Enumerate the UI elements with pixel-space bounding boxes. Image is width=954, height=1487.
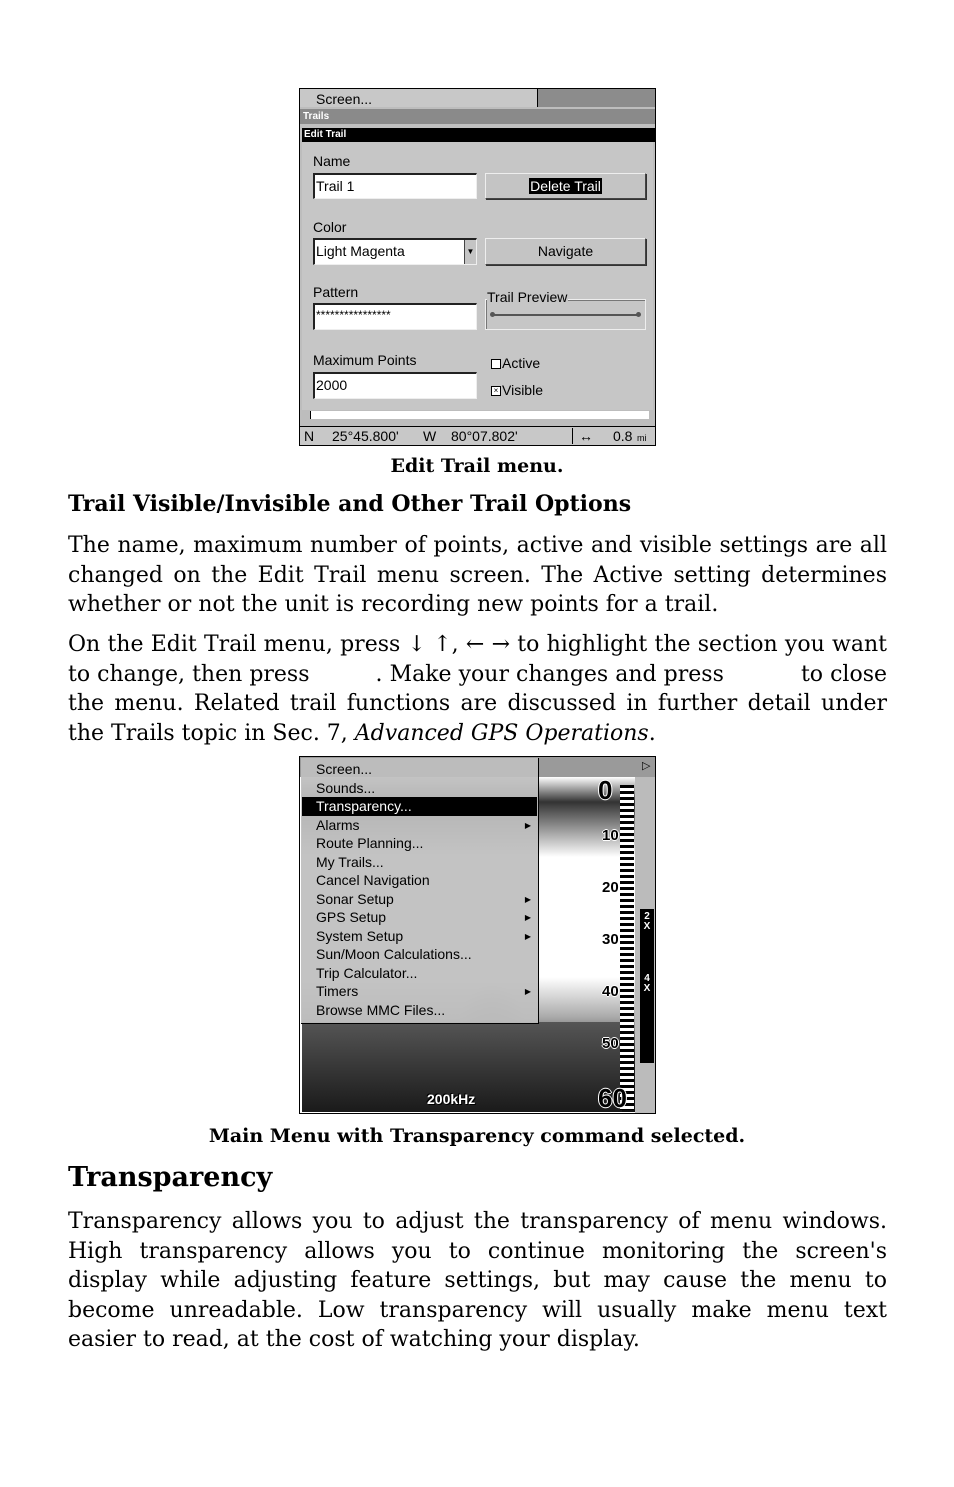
- menu-item[interactable]: Route Planning...: [302, 834, 537, 853]
- menu-item-label: GPS Setup: [316, 909, 387, 925]
- menu-item[interactable]: Transparency...: [302, 797, 537, 816]
- submenu-arrow-icon: ▶: [524, 987, 531, 996]
- menu-item-label: Alarms: [316, 816, 360, 833]
- menu-item[interactable]: GPS Setup ▶: [302, 908, 537, 927]
- name-input[interactable]: Trail 1: [313, 173, 477, 199]
- menu-item[interactable]: Cancel Navigation: [302, 871, 537, 890]
- menu-item[interactable]: Timers ▶: [302, 982, 537, 1001]
- menu-item-label: System Setup: [316, 927, 404, 944]
- pattern-label: Pattern: [313, 284, 359, 300]
- section-reference: Advanced GPS Operations: [354, 720, 649, 746]
- submenu-arrow-icon: ▶: [524, 820, 531, 830]
- paragraph-transparency: Transparency allows you to adjust the tr…: [68, 1209, 887, 1353]
- dropdown-arrow-icon[interactable]: ▼: [464, 240, 476, 264]
- section-heading-transparency: Transparency: [68, 1162, 273, 1193]
- caption-main-menu: Main Menu with Transparency command sele…: [208, 1125, 746, 1147]
- max-points-label: Maximum Points: [313, 352, 417, 368]
- depth-ruler: [620, 785, 634, 1110]
- delete-trail-button[interactable]: Delete Trail: [485, 173, 646, 199]
- menu-item[interactable]: Screen...: [302, 760, 537, 779]
- menu-item-label: Trip Calculator...: [316, 964, 418, 981]
- depth-scale-label: 50: [602, 1035, 619, 1052]
- menu-item[interactable]: System Setup ▶: [302, 927, 537, 946]
- menu-item[interactable]: Alarms ▶: [302, 816, 537, 835]
- zoom-4x-bar[interactable]: 4X: [640, 971, 654, 1063]
- menu-item[interactable]: Sun/Moon Calculations...: [302, 945, 537, 964]
- main-menu: Screen... Sounds... Transparency... Alarms ▶…: [301, 758, 539, 1024]
- menu-item[interactable]: Sounds...: [302, 779, 537, 798]
- submenu-arrow-icon: ▶: [524, 894, 531, 904]
- pattern-input[interactable]: ****************: [313, 303, 477, 330]
- paragraph-edit-trail-instructions: On the Edit Trail menu, press ↓ ↑, ← → t…: [68, 630, 887, 748]
- depth-scale-label: 10: [602, 827, 619, 844]
- menu-item-label: Cancel Navigation: [316, 872, 430, 888]
- status-bar: N 25°45.800' W 80°07.802' ↔ 0.8 mi: [300, 426, 655, 445]
- menu-item-label: Route Planning...: [316, 835, 424, 851]
- menu-item-label: Screen...: [316, 761, 373, 777]
- menu-item[interactable]: Browse MMC Files...: [302, 1001, 537, 1020]
- menu-item-label: Sounds...: [316, 779, 376, 796]
- play-icon: ▷: [642, 760, 651, 772]
- visible-label: Visible: [502, 382, 543, 398]
- submenu-arrow-icon: ▶: [524, 913, 531, 922]
- longitude-hemisphere: W: [423, 428, 437, 444]
- depth-scale-label: 0: [598, 775, 613, 805]
- latitude: 25°45.800': [332, 428, 399, 444]
- zoom-2x-label: 2X: [643, 911, 651, 932]
- trail-preview-label: Trail Preview: [487, 289, 569, 305]
- menu-item-label: Sun/Moon Calculations...: [316, 946, 472, 962]
- manual-page: Screen... Trails Edit Trail Name Trail 1…: [0, 0, 954, 1487]
- screen-menu-item: Screen...: [316, 91, 373, 107]
- depth-scale-label: 20: [602, 879, 619, 896]
- color-value: Light Magenta: [316, 243, 405, 259]
- range-value: 0.8: [613, 428, 633, 444]
- depth-scale-label: 60: [598, 1083, 627, 1113]
- navigate-button[interactable]: Navigate: [485, 238, 646, 265]
- color-label: Color: [313, 219, 347, 235]
- zoom-2x-bar[interactable]: 2X: [640, 909, 654, 971]
- menu-item[interactable]: Trip Calculator...: [302, 964, 537, 983]
- menu-item-label: Transparency...: [316, 798, 412, 814]
- zoom-4x-label: 4X: [643, 973, 651, 994]
- delete-trail-label: Delete Trail: [529, 178, 602, 194]
- active-checkbox[interactable]: [491, 359, 501, 369]
- menu-item[interactable]: Sonar Setup ▶: [302, 890, 537, 909]
- submenu-arrow-icon: ▶: [524, 931, 531, 941]
- active-label: Active: [502, 355, 541, 371]
- instructions-text-2: . Make your changes and press: [375, 661, 724, 687]
- latitude-hemisphere: N: [304, 428, 315, 444]
- depth-scale-label: 40: [602, 983, 619, 1000]
- caption-edit-trail: Edit Trail menu.: [390, 455, 564, 477]
- main-menu-screenshot: ▷ 2X 4X 0 10 20 30 40 50 60 200kHz Screen... So…: [299, 756, 656, 1114]
- frequency-label: 200kHz: [427, 1091, 476, 1107]
- double-arrow-icon: ↔: [579, 428, 593, 444]
- visible-checkbox[interactable]: ×: [491, 386, 501, 396]
- edit-trail-screenshot: Screen... Trails Edit Trail Name Trail 1…: [299, 88, 656, 446]
- color-select[interactable]: Light Magenta ▼: [313, 238, 477, 265]
- edit-trail-title-bar: Edit Trail: [302, 128, 655, 142]
- menu-item-label: Sonar Setup: [316, 890, 394, 907]
- period: .: [648, 720, 656, 746]
- name-label: Name: [313, 153, 351, 169]
- menu-item-label: Browse MMC Files...: [316, 1001, 446, 1018]
- max-points-input[interactable]: 2000: [313, 372, 477, 399]
- menu-item[interactable]: My Trails...: [302, 853, 537, 872]
- menu-item-label: My Trails...: [316, 853, 384, 870]
- section-heading-trail-options: Trail Visible/Invisible and Other Trail …: [68, 491, 632, 517]
- trails-title-bar: Trails: [300, 109, 655, 124]
- longitude: 80°07.802': [451, 428, 518, 444]
- paragraph-trail-settings: The name, maximum number of points, acti…: [68, 533, 887, 618]
- menu-item-label: Timers: [316, 983, 359, 999]
- range-unit: mi: [637, 433, 647, 443]
- depth-scale-label: 30: [602, 931, 619, 948]
